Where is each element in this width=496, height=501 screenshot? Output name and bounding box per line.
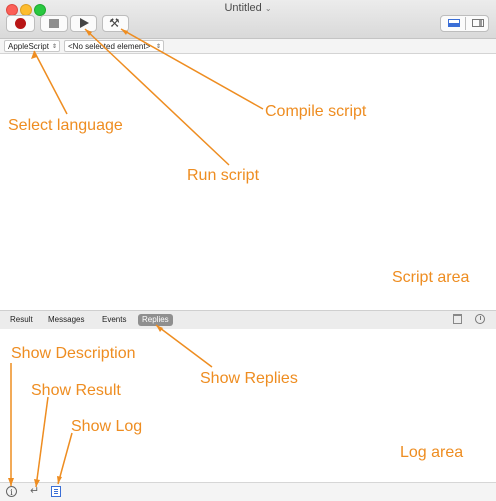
chevron-down-icon: ⌄ bbox=[264, 4, 272, 13]
log-list-icon[interactable] bbox=[51, 486, 61, 497]
stop-button[interactable] bbox=[40, 15, 68, 32]
annotation-show-result: Show Result bbox=[31, 382, 121, 399]
tab-replies[interactable]: Replies bbox=[138, 314, 173, 326]
window-title[interactable]: Untitled ⌄ bbox=[0, 2, 496, 14]
navigation-bar: AppleScript ⇕ <No selected element> ⇕ bbox=[0, 39, 496, 54]
annotation-select-language: Select language bbox=[8, 117, 123, 134]
annotation-show-description: Show Description bbox=[11, 345, 136, 362]
annotation-show-replies: Show Replies bbox=[200, 370, 298, 387]
show-bottom-pane-button[interactable] bbox=[443, 17, 466, 30]
annotation-compile-script: Compile script bbox=[265, 103, 367, 120]
run-button[interactable] bbox=[70, 15, 97, 32]
show-side-pane-button[interactable] bbox=[468, 17, 488, 30]
compile-button[interactable]: ⚒ bbox=[102, 15, 129, 32]
view-segmented-control[interactable] bbox=[440, 15, 489, 32]
annotation-script-area: Script area bbox=[392, 269, 470, 286]
info-icon[interactable]: i bbox=[6, 486, 17, 497]
return-icon[interactable]: ↵ bbox=[30, 485, 39, 497]
annotation-run-script: Run script bbox=[187, 167, 260, 184]
stop-icon bbox=[49, 19, 59, 28]
play-icon bbox=[80, 18, 89, 28]
side-pane-icon bbox=[472, 19, 484, 27]
element-value: <No selected element> bbox=[68, 42, 151, 51]
updown-chevron-icon: ⇕ bbox=[51, 44, 57, 50]
result-tab-bar: Result Messages Events Replies bbox=[0, 310, 496, 330]
tab-messages[interactable]: Messages bbox=[44, 314, 88, 326]
toolbar: Untitled ⌄ ⚒ bbox=[0, 0, 496, 39]
tab-events[interactable]: Events bbox=[98, 314, 130, 326]
element-popup[interactable]: <No selected element> ⇕ bbox=[64, 40, 164, 52]
annotation-log-area: Log area bbox=[400, 444, 464, 461]
hammer-icon: ⚒ bbox=[109, 16, 120, 30]
language-popup[interactable]: AppleScript ⇕ bbox=[4, 40, 60, 52]
bottom-pane-icon bbox=[448, 19, 460, 27]
trash-icon[interactable] bbox=[453, 314, 462, 324]
record-icon bbox=[15, 18, 26, 29]
bottom-bar: i ↵ bbox=[0, 482, 496, 501]
window-title-text: Untitled bbox=[224, 2, 262, 14]
clock-icon[interactable] bbox=[475, 314, 485, 324]
record-button[interactable] bbox=[6, 15, 35, 32]
updown-chevron-icon: ⇕ bbox=[155, 44, 161, 50]
language-value: AppleScript bbox=[8, 42, 49, 51]
annotation-show-log: Show Log bbox=[71, 418, 143, 435]
tab-result[interactable]: Result bbox=[6, 314, 37, 326]
